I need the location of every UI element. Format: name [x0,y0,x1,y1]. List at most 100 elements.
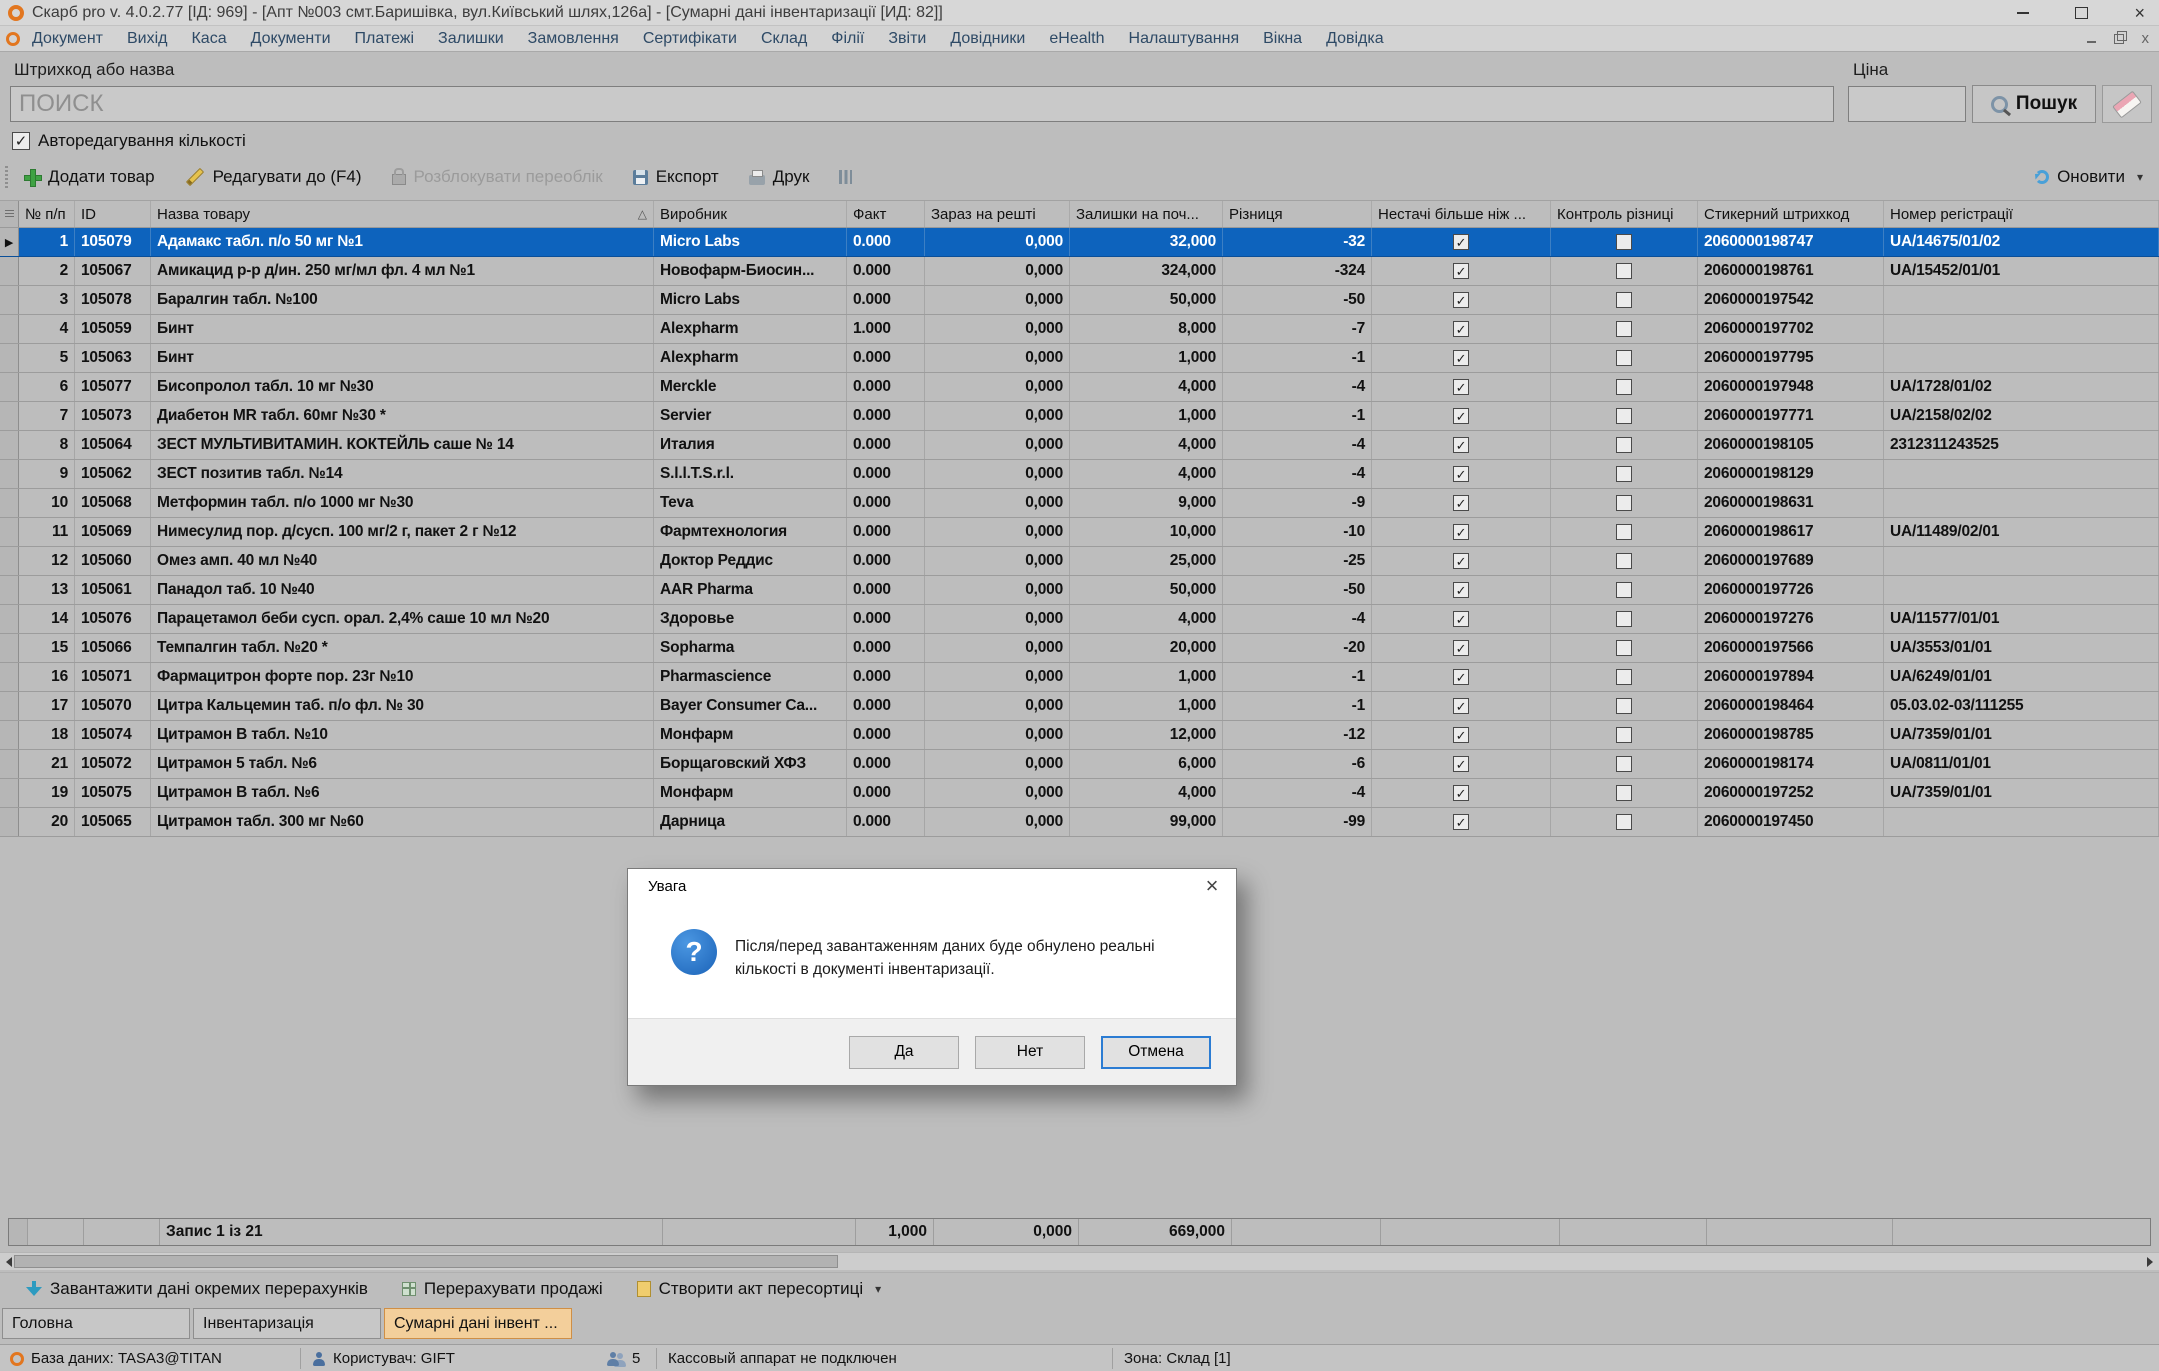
autoedit-checkbox[interactable]: ✓ [12,132,30,150]
row-selector[interactable] [0,605,19,633]
table-row[interactable]: 7105073Диабетон MR табл. 60мг №30 *Servi… [0,402,2159,431]
row-selector[interactable] [0,489,19,517]
menu-item[interactable]: Сертифікати [631,30,749,48]
menu-item[interactable]: eHealth [1037,30,1116,48]
table-row[interactable]: 4105059БинтAlexpharm1.0000,0008,000-7✓20… [0,315,2159,344]
menu-item[interactable]: Звіти [876,30,938,48]
col-header-number[interactable]: № п/п [19,201,75,227]
shortage-checkbox[interactable]: ✓ [1453,727,1469,743]
control-checkbox[interactable] [1616,553,1632,569]
control-checkbox[interactable] [1616,379,1632,395]
menu-item[interactable]: Довідники [938,30,1037,48]
control-checkbox[interactable] [1616,698,1632,714]
scroll-right-button[interactable] [2143,1253,2159,1270]
control-checkbox[interactable] [1616,495,1632,511]
shortage-checkbox[interactable]: ✓ [1453,611,1469,627]
row-selector[interactable] [0,286,19,314]
tab-1[interactable]: Головна [2,1308,190,1339]
dialog-close-icon[interactable]: × [1192,871,1232,901]
control-checkbox[interactable] [1616,263,1632,279]
mdi-close-button[interactable]: x [2142,31,2150,46]
shortage-checkbox[interactable]: ✓ [1453,466,1469,482]
row-selector[interactable] [0,779,19,807]
control-checkbox[interactable] [1616,669,1632,685]
control-checkbox[interactable] [1616,466,1632,482]
recalc-sales-button[interactable]: Перерахувати продажі [402,1279,603,1299]
shortage-checkbox[interactable]: ✓ [1453,379,1469,395]
table-row[interactable]: 18105074Цитрамон В табл. №10Монфарм0.000… [0,721,2159,750]
control-checkbox[interactable] [1616,408,1632,424]
search-input[interactable] [10,86,1834,122]
col-header-id[interactable]: ID [75,201,151,227]
shortage-checkbox[interactable]: ✓ [1453,582,1469,598]
menu-item[interactable]: Замовлення [516,30,631,48]
shortage-checkbox[interactable]: ✓ [1453,437,1469,453]
table-row[interactable]: 12105060Омез амп. 40 мл №40Доктор Реддис… [0,547,2159,576]
clear-button[interactable] [2102,85,2152,123]
row-selector[interactable] [0,634,19,662]
toolbar-grip[interactable] [5,166,8,188]
control-checkbox[interactable] [1616,234,1632,250]
col-header-reg[interactable]: Номер регістрації [1884,201,2159,227]
tab-2[interactable]: Інвентаризація [193,1308,381,1339]
search-button[interactable]: Пошук [1972,85,2096,123]
horizontal-scrollbar[interactable] [0,1252,2159,1270]
menu-item[interactable]: Залишки [426,30,516,48]
row-selector[interactable] [0,257,19,285]
shortage-checkbox[interactable]: ✓ [1453,785,1469,801]
add-item-button[interactable]: Додати товар [24,167,155,187]
table-row[interactable]: 10105068Метформин табл. п/о 1000 мг №30T… [0,489,2159,518]
shortage-checkbox[interactable]: ✓ [1453,321,1469,337]
close-button[interactable]: × [2134,4,2145,22]
price-input[interactable] [1848,86,1966,122]
control-checkbox[interactable] [1616,611,1632,627]
control-checkbox[interactable] [1616,582,1632,598]
row-selector[interactable] [0,373,19,401]
shortage-checkbox[interactable]: ✓ [1453,698,1469,714]
shortage-checkbox[interactable]: ✓ [1453,524,1469,540]
mdi-restore-button[interactable] [2114,34,2124,44]
table-row[interactable]: 3105078Баралгин табл. №100Micro Labs0.00… [0,286,2159,315]
row-selector[interactable] [0,750,19,778]
col-header-fact[interactable]: Факт [847,201,925,227]
table-row[interactable]: 9105062ЗЕСТ позитив табл. №14S.l.l.T.S.r… [0,460,2159,489]
menu-item[interactable]: Платежі [343,30,427,48]
shortage-checkbox[interactable]: ✓ [1453,553,1469,569]
table-row[interactable]: 19105075Цитрамон В табл. №6Монфарм0.0000… [0,779,2159,808]
col-header-shortage[interactable]: Нестачі більше ніж ... [1372,201,1551,227]
table-row[interactable]: 6105077Бисопролол табл. 10 мг №30Merckle… [0,373,2159,402]
refresh-button[interactable]: Оновити ▾ [2035,167,2159,187]
row-selector[interactable] [0,576,19,604]
shortage-checkbox[interactable]: ✓ [1453,408,1469,424]
shortage-checkbox[interactable]: ✓ [1453,292,1469,308]
table-row[interactable]: ▶1105079Адамакс табл. п/о 50 мг №1Micro … [0,228,2159,257]
shortage-checkbox[interactable]: ✓ [1453,350,1469,366]
col-header-diff[interactable]: Різниця [1223,201,1372,227]
create-act-button[interactable]: Створити акт пересортиці ▾ [637,1279,882,1299]
shortage-checkbox[interactable]: ✓ [1453,640,1469,656]
shortage-checkbox[interactable]: ✓ [1453,495,1469,511]
control-checkbox[interactable] [1616,524,1632,540]
table-row[interactable]: 13105061Панадол таб. 10 №40AAR Pharma0.0… [0,576,2159,605]
col-header-name[interactable]: Назва товару △ [151,201,654,227]
control-checkbox[interactable] [1616,814,1632,830]
control-checkbox[interactable] [1616,727,1632,743]
control-checkbox[interactable] [1616,785,1632,801]
menu-item[interactable]: Документ [20,30,115,48]
cancel-button[interactable]: Отмена [1101,1036,1211,1069]
minimize-button[interactable] [2017,12,2029,14]
control-checkbox[interactable] [1616,350,1632,366]
no-button[interactable]: Нет [975,1036,1085,1069]
shortage-checkbox[interactable]: ✓ [1453,263,1469,279]
row-selector[interactable] [0,431,19,459]
menu-item[interactable]: Філії [819,30,876,48]
columns-icon[interactable] [839,170,852,184]
row-selector[interactable] [0,518,19,546]
control-checkbox[interactable] [1616,756,1632,772]
col-header-begin[interactable]: Залишки на поч... [1070,201,1223,227]
row-selector[interactable] [0,808,19,836]
row-selector[interactable] [0,663,19,691]
table-row[interactable]: 8105064ЗЕСТ МУЛЬТИВИТАМИН. КОКТЕЙЛЬ саше… [0,431,2159,460]
shortage-checkbox[interactable]: ✓ [1453,669,1469,685]
menu-item[interactable]: Склад [749,30,819,48]
